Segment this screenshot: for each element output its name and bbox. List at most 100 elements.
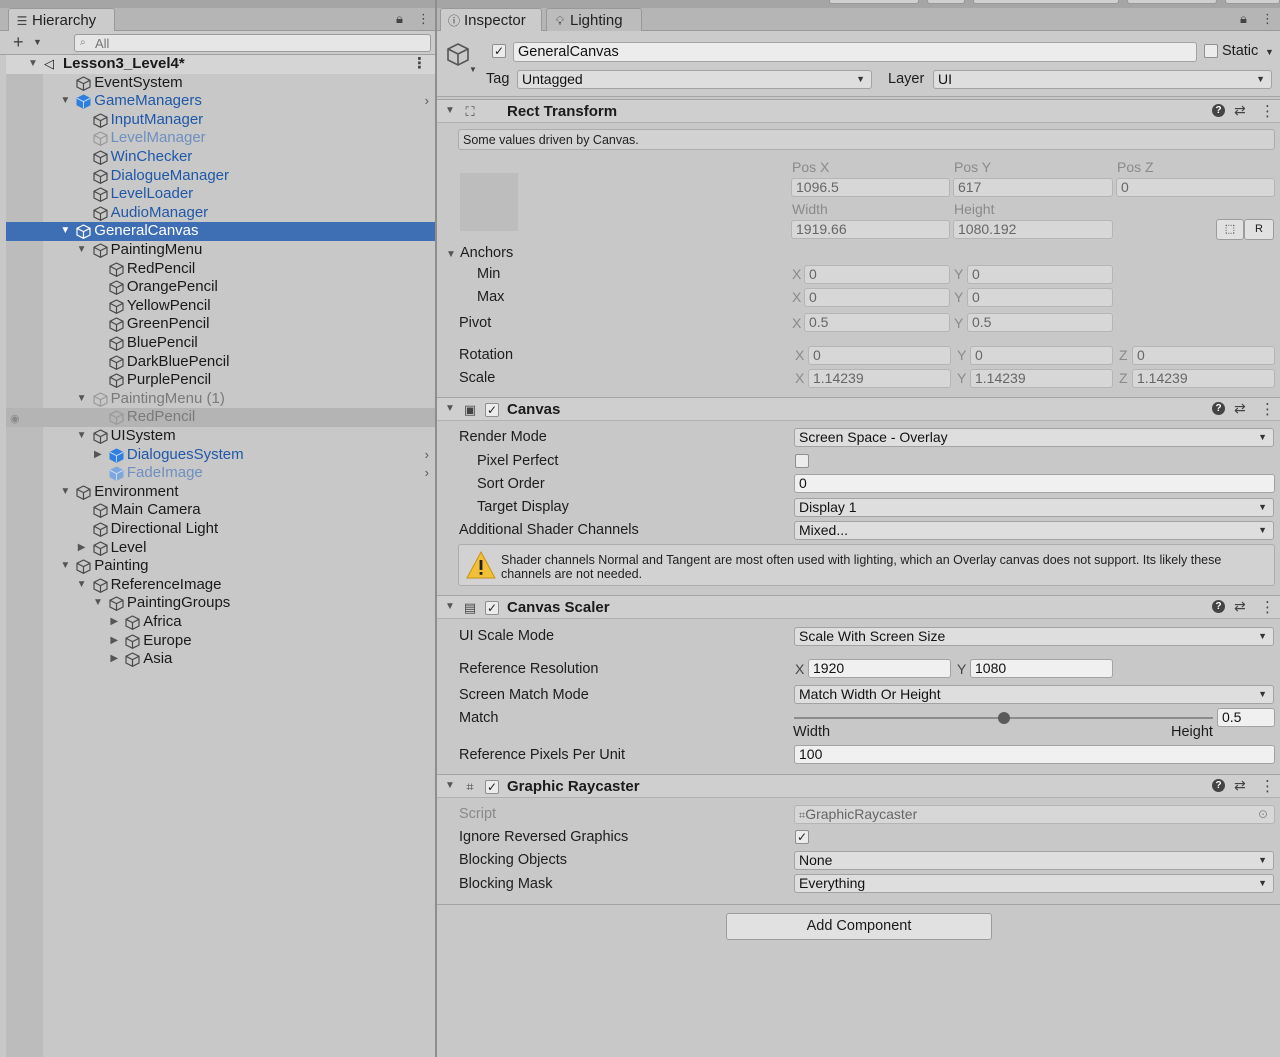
tab-hierarchy[interactable]: ☰ Hierarchy — [8, 8, 115, 31]
hierarchy-row[interactable]: ▼ ◁ Lesson3_Level4* ⋮ — [6, 55, 435, 74]
rotation-x-field[interactable]: 0 — [808, 346, 951, 365]
script-field[interactable]: ⌗GraphicRaycaster ⊙ — [794, 805, 1275, 824]
visibility-eye-icon[interactable]: ◉ — [10, 410, 20, 428]
foldout-expanded-icon[interactable]: ▼ — [76, 427, 88, 445]
help-icon[interactable]: ? — [1212, 779, 1225, 792]
hierarchy-row[interactable]: BluePencil — [6, 334, 435, 353]
pos-y-field[interactable]: 617 — [953, 178, 1113, 197]
hierarchy-row[interactable]: PurplePencil — [6, 371, 435, 390]
toolbar-button[interactable] — [1127, 0, 1217, 4]
toolbar-button[interactable] — [973, 0, 1119, 4]
raw-edit-button[interactable]: R — [1244, 219, 1274, 240]
hierarchy-row[interactable]: ▶ Africa — [6, 613, 435, 632]
hierarchy-row[interactable]: Main Camera — [6, 501, 435, 520]
match-slider-thumb[interactable] — [997, 712, 1010, 724]
add-component-button[interactable]: Add Component — [726, 913, 992, 940]
graphic-raycaster-enabled-checkbox[interactable]: ✓ — [485, 780, 499, 794]
hierarchy-row[interactable]: InputManager — [6, 111, 435, 130]
component-menu-icon[interactable]: ⋮ — [1260, 777, 1275, 795]
graphic-raycaster-header[interactable]: ▼ ⌗ ✓ Graphic Raycaster ? ⇄ ⋮ — [437, 774, 1280, 798]
rect-transform-header[interactable]: ▼ ⛶ Rect Transform ? ⇄ ⋮ — [437, 99, 1280, 123]
lock-icon[interactable]: 🔒︎ — [1240, 11, 1247, 27]
hierarchy-row[interactable]: ▼ UISystem — [6, 427, 435, 446]
anchor-max-x-field[interactable]: 0 — [804, 288, 950, 307]
foldout-collapsed-icon[interactable]: ▶ — [108, 632, 120, 650]
hierarchy-row[interactable]: FadeImage › — [6, 464, 435, 483]
hierarchy-row[interactable]: WinChecker — [6, 148, 435, 167]
chevron-down-icon[interactable]: ▼ — [1265, 47, 1274, 57]
canvas-scaler-header[interactable]: ▼ ▤ ✓ Canvas Scaler ? ⇄ ⋮ — [437, 595, 1280, 619]
scale-y-field[interactable]: 1.14239 — [970, 369, 1113, 388]
layer-dropdown[interactable]: UI ▼ — [933, 70, 1272, 89]
anchor-max-y-field[interactable]: 0 — [967, 288, 1113, 307]
hierarchy-row[interactable]: ▼ GameManagers › — [6, 92, 435, 111]
foldout-expanded-icon[interactable]: ▼ — [59, 92, 71, 110]
foldout-expanded-icon[interactable]: ▼ — [59, 222, 71, 240]
presets-icon[interactable]: ⇄ — [1234, 598, 1246, 615]
help-icon[interactable]: ? — [1212, 104, 1225, 117]
foldout-arrow-icon[interactable]: ▼ — [445, 601, 455, 612]
chevron-right-icon[interactable]: › — [425, 92, 429, 110]
panel-menu-icon[interactable]: ⋮ — [417, 11, 430, 27]
hierarchy-row[interactable]: ▶ Asia — [6, 650, 435, 669]
render-mode-dropdown[interactable]: Screen Space - Overlay ▼ — [794, 428, 1274, 447]
toolbar-button[interactable] — [829, 0, 919, 4]
ref-resolution-y-field[interactable]: 1080 — [970, 659, 1113, 678]
canvas-header[interactable]: ▼ ▣ ✓ Canvas ? ⇄ ⋮ — [437, 397, 1280, 421]
target-display-dropdown[interactable]: Display 1 ▼ — [794, 498, 1274, 517]
hierarchy-row[interactable]: EventSystem — [6, 74, 435, 93]
hierarchy-row[interactable]: YellowPencil — [6, 297, 435, 316]
height-field[interactable]: 1080.192 — [953, 220, 1113, 239]
foldout-collapsed-icon[interactable]: ▶ — [108, 613, 120, 631]
pos-z-field[interactable]: 0 — [1116, 178, 1275, 197]
foldout-arrow-icon[interactable]: ▼ — [445, 780, 455, 791]
foldout-collapsed-icon[interactable]: ▶ — [76, 539, 88, 557]
hierarchy-row[interactable]: DarkBluePencil — [6, 353, 435, 372]
object-name-input[interactable] — [513, 42, 1197, 62]
hierarchy-row[interactable]: ▼ PaintingGroups — [6, 594, 435, 613]
chevron-down-icon[interactable]: ▼ — [469, 65, 477, 74]
pivot-x-field[interactable]: 0.5 — [804, 313, 950, 332]
pixel-perfect-checkbox[interactable] — [795, 454, 809, 468]
presets-icon[interactable]: ⇄ — [1234, 400, 1246, 417]
hierarchy-row[interactable]: ▼ ReferenceImage — [6, 576, 435, 595]
ignore-reversed-checkbox[interactable]: ✓ — [795, 830, 809, 844]
hierarchy-row[interactable]: LevelManager — [6, 129, 435, 148]
chevron-down-icon[interactable]: ▼ — [33, 37, 42, 47]
canvas-enabled-checkbox[interactable]: ✓ — [485, 403, 499, 417]
width-field[interactable]: 1919.66 — [791, 220, 950, 239]
anchor-presets-widget[interactable] — [460, 173, 518, 231]
hierarchy-row[interactable]: ▼ Painting — [6, 557, 435, 576]
tab-lighting[interactable]: 💡︎ Lighting — [546, 8, 642, 31]
hierarchy-row[interactable]: RedPencil — [6, 260, 435, 279]
hierarchy-row[interactable]: Directional Light — [6, 520, 435, 539]
hierarchy-row[interactable]: AudioManager — [6, 204, 435, 223]
foldout-expanded-icon[interactable]: ▼ — [76, 576, 88, 594]
chevron-right-icon[interactable]: › — [425, 464, 429, 482]
component-menu-icon[interactable]: ⋮ — [1260, 102, 1275, 120]
hierarchy-row[interactable]: ▼ PaintingMenu — [6, 241, 435, 260]
foldout-arrow-icon[interactable]: ▼ — [445, 403, 455, 414]
object-picker-icon[interactable]: ⊙ — [1258, 806, 1268, 823]
help-icon[interactable]: ? — [1212, 402, 1225, 415]
shader-channels-dropdown[interactable]: Mixed... ▼ — [794, 521, 1274, 540]
foldout-expanded-icon[interactable]: ▼ — [76, 390, 88, 408]
ui-scale-mode-dropdown[interactable]: Scale With Screen Size ▼ — [794, 627, 1274, 646]
hierarchy-row[interactable]: DialogueManager — [6, 167, 435, 186]
tag-dropdown[interactable]: Untagged ▼ — [517, 70, 872, 89]
toolbar-button[interactable] — [1225, 0, 1280, 4]
pivot-y-field[interactable]: 0.5 — [967, 313, 1113, 332]
hierarchy-row[interactable]: ▶ Level — [6, 539, 435, 558]
anchor-min-y-field[interactable]: 0 — [967, 265, 1113, 284]
hierarchy-row[interactable]: ▼ PaintingMenu (1) — [6, 390, 435, 409]
ref-resolution-x-field[interactable]: 1920 — [808, 659, 951, 678]
lock-icon[interactable]: 🔒︎ — [396, 11, 403, 27]
help-icon[interactable]: ? — [1212, 600, 1225, 613]
static-checkbox[interactable] — [1204, 44, 1218, 58]
presets-icon[interactable]: ⇄ — [1234, 777, 1246, 794]
blocking-mask-dropdown[interactable]: Everything ▼ — [794, 874, 1274, 893]
toolbar-button[interactable] — [927, 0, 965, 4]
hierarchy-row[interactable]: RedPencil ◉ — [6, 408, 435, 427]
foldout-expanded-icon[interactable]: ▼ — [27, 55, 39, 73]
foldout-expanded-icon[interactable]: ▼ — [59, 557, 71, 575]
